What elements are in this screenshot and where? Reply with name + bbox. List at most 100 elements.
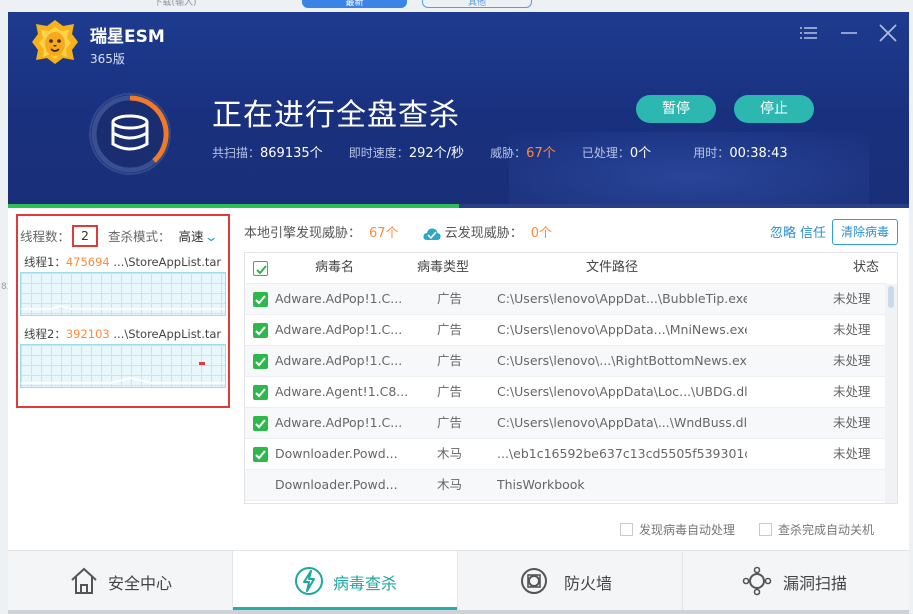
virus-type-cell: 广告 [437, 291, 463, 306]
table-scrollbar[interactable] [885, 284, 897, 503]
time-value: 00:38:43 [729, 146, 788, 161]
row-checkbox[interactable] [253, 292, 268, 307]
thread-activity-graph [20, 272, 226, 316]
nav-item-vulnerability-scan[interactable]: 漏洞扫描 [683, 551, 908, 610]
thread-count-input[interactable]: 2 [72, 224, 99, 247]
stop-button[interactable]: 停止 [734, 95, 814, 123]
thread-info: 线程1：475694 ...\StoreAppList.tar [20, 252, 226, 272]
auto-handle-checkbox[interactable] [620, 523, 633, 536]
file-path-cell: C:\Users\lenovo\AppData\Loc...\UBDG.dll [497, 384, 747, 399]
auto-shutdown-checkbox[interactable] [759, 523, 772, 536]
table-row[interactable]: Adware.Agent!1.C8... 广告 C:\Users\lenovo\Ap… [245, 377, 887, 408]
clean-virus-button[interactable]: 清除病毒 [832, 219, 898, 245]
auto-handle-label: 发现病毒自动处理 [639, 523, 736, 537]
app-name: 瑞星ESM [90, 27, 165, 47]
column-header-name[interactable]: 病毒名 [315, 253, 354, 283]
home-icon [71, 567, 97, 594]
status-cell: 未处理 [833, 322, 871, 337]
thread-path: ...\StoreAppList.tar [113, 255, 222, 269]
file-path-cell: C:\Users\lenovo\AppDat...\BubbleTip.exe [497, 291, 747, 306]
menu-icon[interactable] [798, 22, 820, 44]
local-threat-count: 67个 [369, 226, 399, 241]
row-checkbox[interactable] [253, 447, 268, 462]
column-header-type[interactable]: 病毒类型 [417, 253, 469, 283]
row-checkbox[interactable] [253, 385, 268, 400]
thread-label: 线程1： [24, 255, 66, 269]
thread-number: 475694 [65, 255, 110, 269]
threat-value: 67个 [526, 146, 556, 161]
table-row[interactable]: Adware.AdPop!1.C... 广告 C:\Users\lenovo\App… [245, 284, 887, 315]
column-header-status[interactable]: 状态 [853, 253, 879, 283]
file-path-cell: C:\Users\lenovo\AppData...\MniNews.exe [497, 322, 747, 337]
scanned-value: 869135个 [260, 146, 323, 161]
nav-item-security-center[interactable]: 安全中心 [8, 551, 233, 610]
file-path-cell: ...\eb1c16592be637c13cd5505f539301dc_ [497, 446, 747, 461]
thread-item: 线程2：392103 ...\StoreAppList.tar [20, 324, 226, 388]
virus-name-cell: Adware.AdPop!1.C... [275, 353, 403, 368]
threat-label: 威胁： [490, 146, 527, 160]
thread-item: 线程1：475694 ...\StoreAppList.tar [20, 252, 226, 316]
row-checkbox[interactable] [253, 354, 268, 369]
bottom-nav: 安全中心 病毒查杀 防火墙 漏洞扫描 [8, 550, 909, 610]
background-window-left: 83 [0, 12, 12, 614]
auto-shutdown-option[interactable]: 查杀完成自动关机 [759, 521, 874, 538]
select-all-checkbox[interactable] [253, 261, 268, 276]
nav-item-firewall[interactable]: 防火墙 [458, 551, 683, 610]
nav-label: 安全中心 [108, 574, 173, 593]
scan-mode-select[interactable]: 高速 [179, 229, 204, 244]
lion-logo-icon [32, 20, 78, 64]
table-row[interactable]: Adware.AdPop!1.C... 广告 C:\Users\lenovo\App… [245, 408, 887, 439]
cloud-threat-count: 0个 [530, 226, 552, 241]
virus-name-cell: Adware.AdPop!1.C... [275, 322, 403, 337]
close-icon[interactable] [877, 22, 899, 44]
thread-path: ...\StoreAppList.tar [113, 327, 222, 341]
time-label: 用时： [693, 146, 730, 160]
cloud-threat-label: 云发现威胁： [444, 226, 523, 241]
background-window-strip: 下载(输入) 最新 其他 [0, 0, 913, 12]
nav-label: 漏洞扫描 [783, 574, 848, 593]
status-cell: 未处理 [833, 291, 871, 306]
handled-label: 已处理： [581, 146, 630, 160]
status-cell: 未处理 [833, 415, 871, 430]
column-header-path[interactable]: 文件路径 [586, 253, 638, 283]
main-window: 瑞星ESM 365版 正在进行全盘查杀 共扫描：869135个 即时速度：292… [8, 12, 909, 610]
chevron-down-icon[interactable]: ⌄ [203, 229, 218, 244]
trust-link[interactable]: 信任 [800, 222, 826, 241]
virus-type-cell: 木马 [437, 446, 463, 461]
ignore-link[interactable]: 忽略 [770, 222, 796, 241]
table-row[interactable]: Adware.AdPop!1.C... 广告 C:\Users\lenovo\...… [245, 346, 887, 377]
scrollbar-thumb[interactable] [888, 286, 894, 308]
pause-button[interactable]: 暂停 [636, 95, 716, 123]
file-path-cell: C:\Users\lenovo\...\RightBottomNews.exe [497, 353, 747, 368]
row-checkbox[interactable] [253, 323, 268, 338]
thread-info: 线程2：392103 ...\StoreAppList.tar [20, 324, 226, 344]
nav-label: 防火墙 [564, 574, 613, 593]
scan-mode-label: 查杀模式： [108, 229, 171, 244]
threat-table: 病毒名 病毒类型 文件路径 状态 Adware.AdPop!1.C... 广告 C:… [244, 252, 898, 504]
scan-header: 瑞星ESM 365版 正在进行全盘查杀 共扫描：869135个 即时速度：292… [8, 12, 909, 208]
vulnerability-icon [742, 566, 772, 596]
background-tab-active: 最新 [302, 0, 407, 8]
cloud-icon [423, 227, 441, 240]
minimize-icon[interactable] [838, 22, 860, 44]
nav-label: 病毒查杀 [333, 574, 398, 593]
auto-handle-option[interactable]: 发现病毒自动处理 [620, 521, 735, 538]
handled-value: 0个 [629, 146, 652, 161]
active-indicator [233, 607, 458, 610]
virus-type-cell: 木马 [437, 477, 463, 492]
nav-item-virus-scan[interactable]: 病毒查杀 [233, 551, 458, 610]
background-tab-outline: 其他 [422, 0, 532, 8]
background-tab: 下载(输入) [153, 0, 197, 8]
row-checkbox[interactable] [253, 416, 268, 431]
app-edition: 365版 [90, 52, 125, 66]
table-row[interactable]: Downloader.Powd... 木马 ThisWorkbook [245, 470, 887, 501]
virus-type-cell: 广告 [437, 353, 463, 368]
status-cell: 未处理 [833, 384, 871, 399]
background-window-right [909, 12, 913, 614]
scan-stats: 共扫描：869135个 即时速度：292个/秒 威胁：67个 已处理：0个 用时… [212, 142, 810, 161]
table-row[interactable]: Adware.AdPop!1.C... 广告 C:\Users\lenovo\App… [245, 315, 887, 346]
table-row[interactable]: Downloader.Powd... 木马 ...\eb1c16592be637c1… [245, 439, 887, 470]
lightning-icon [295, 567, 323, 595]
virus-name-cell: Adware.AdPop!1.C... [275, 291, 403, 306]
scan-progress-fill [8, 204, 459, 208]
